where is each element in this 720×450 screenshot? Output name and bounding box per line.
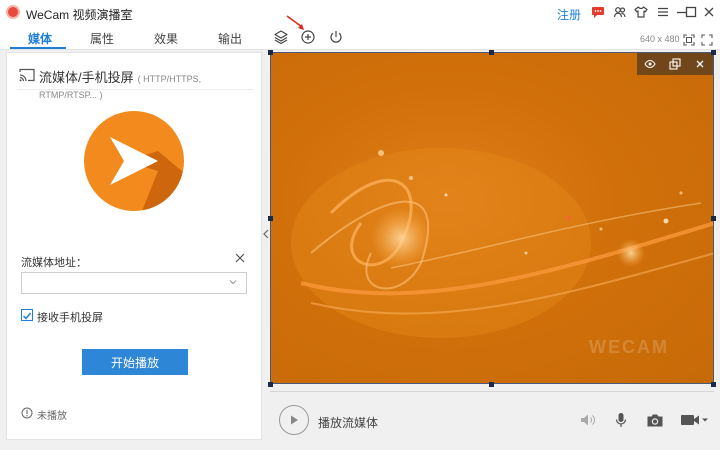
popout-window-icon[interactable] [668, 57, 682, 71]
cast-icon [19, 68, 35, 82]
play-button[interactable] [279, 405, 309, 435]
tab-effects[interactable]: 效果 [154, 30, 178, 47]
tab-output[interactable]: 输出 [218, 30, 242, 47]
panel-divider [17, 89, 253, 90]
tab-media[interactable]: 媒体 [28, 30, 52, 47]
chevron-left-icon [263, 229, 269, 239]
resize-handle-top-left[interactable] [268, 50, 273, 55]
app-title: WeCam 视频演播室 [26, 8, 133, 22]
annotation-arrow-icon [286, 15, 304, 30]
users-icon[interactable] [612, 4, 628, 20]
resize-handle-bottom[interactable] [489, 382, 494, 387]
preview-toolbar [637, 53, 713, 75]
tab-properties[interactable]: 属性 [90, 30, 114, 47]
preview-background-image [291, 148, 713, 338]
checkmark-icon [22, 312, 32, 320]
panel-title: 流媒体/手机投屏( HTTP/HTTPS, RTMP/RTSP... ) [39, 67, 261, 101]
resize-handle-bottom-right[interactable] [711, 382, 716, 387]
stream-url-select[interactable] [21, 272, 247, 294]
skin-icon[interactable] [633, 4, 649, 20]
resize-handle-bottom-left[interactable] [268, 382, 273, 387]
fit-screen-icon[interactable] [681, 32, 697, 48]
receive-cast-checkbox[interactable] [21, 309, 33, 321]
play-stream-label: 播放流媒体 [318, 416, 379, 430]
fullscreen-icon[interactable] [699, 32, 715, 48]
visibility-eye-icon[interactable] [643, 57, 657, 71]
media-panel: 流媒体/手机投屏( HTTP/HTTPS, RTMP/RTSP... ) 流媒体… [6, 52, 262, 440]
register-link[interactable]: 注册 [557, 6, 581, 23]
collapse-panel-handle[interactable] [262, 227, 270, 241]
chevron-down-icon [229, 280, 237, 285]
clear-url-icon[interactable] [234, 252, 246, 264]
stream-player-logo-icon [84, 111, 184, 211]
video-camera-dropdown-icon[interactable] [680, 411, 710, 429]
resolution-label: 640 x 480 [640, 34, 680, 44]
maximize-icon[interactable] [683, 4, 699, 20]
speaker-icon[interactable] [580, 411, 596, 429]
wecam-watermark: WECAM [589, 337, 669, 357]
tab-bar: 媒体 属性 效果 输出 640 x 480 [0, 15, 720, 50]
resize-handle-top[interactable] [489, 50, 494, 55]
panel-title-text: 流媒体/手机投屏 [39, 70, 134, 85]
microphone-icon[interactable] [615, 411, 627, 429]
receive-cast-label: 接收手机投屏 [37, 312, 103, 324]
resize-handle-top-right[interactable] [711, 50, 716, 55]
stream-url-label: 流媒体地址： [21, 257, 87, 269]
chat-icon[interactable] [590, 4, 606, 20]
menu-icon[interactable] [655, 4, 671, 20]
title-bar: WeCam 视频演播室 注册 [0, 0, 720, 26]
snapshot-camera-icon[interactable] [646, 411, 664, 429]
app-logo-icon [6, 5, 20, 19]
info-icon [21, 407, 33, 419]
play-status: 未播放 [37, 411, 67, 422]
remove-source-icon[interactable] [693, 57, 707, 71]
play-icon [291, 415, 298, 425]
preview-canvas[interactable]: WECAM [270, 52, 714, 384]
active-tab-indicator [10, 47, 66, 49]
resize-handle-left[interactable] [268, 216, 273, 221]
close-icon[interactable] [701, 4, 717, 20]
power-icon[interactable] [328, 29, 344, 45]
resize-handle-right[interactable] [711, 216, 716, 221]
playback-control-bar: 播放流媒体 [270, 391, 714, 445]
start-play-button[interactable]: 开始播放 [82, 349, 188, 375]
